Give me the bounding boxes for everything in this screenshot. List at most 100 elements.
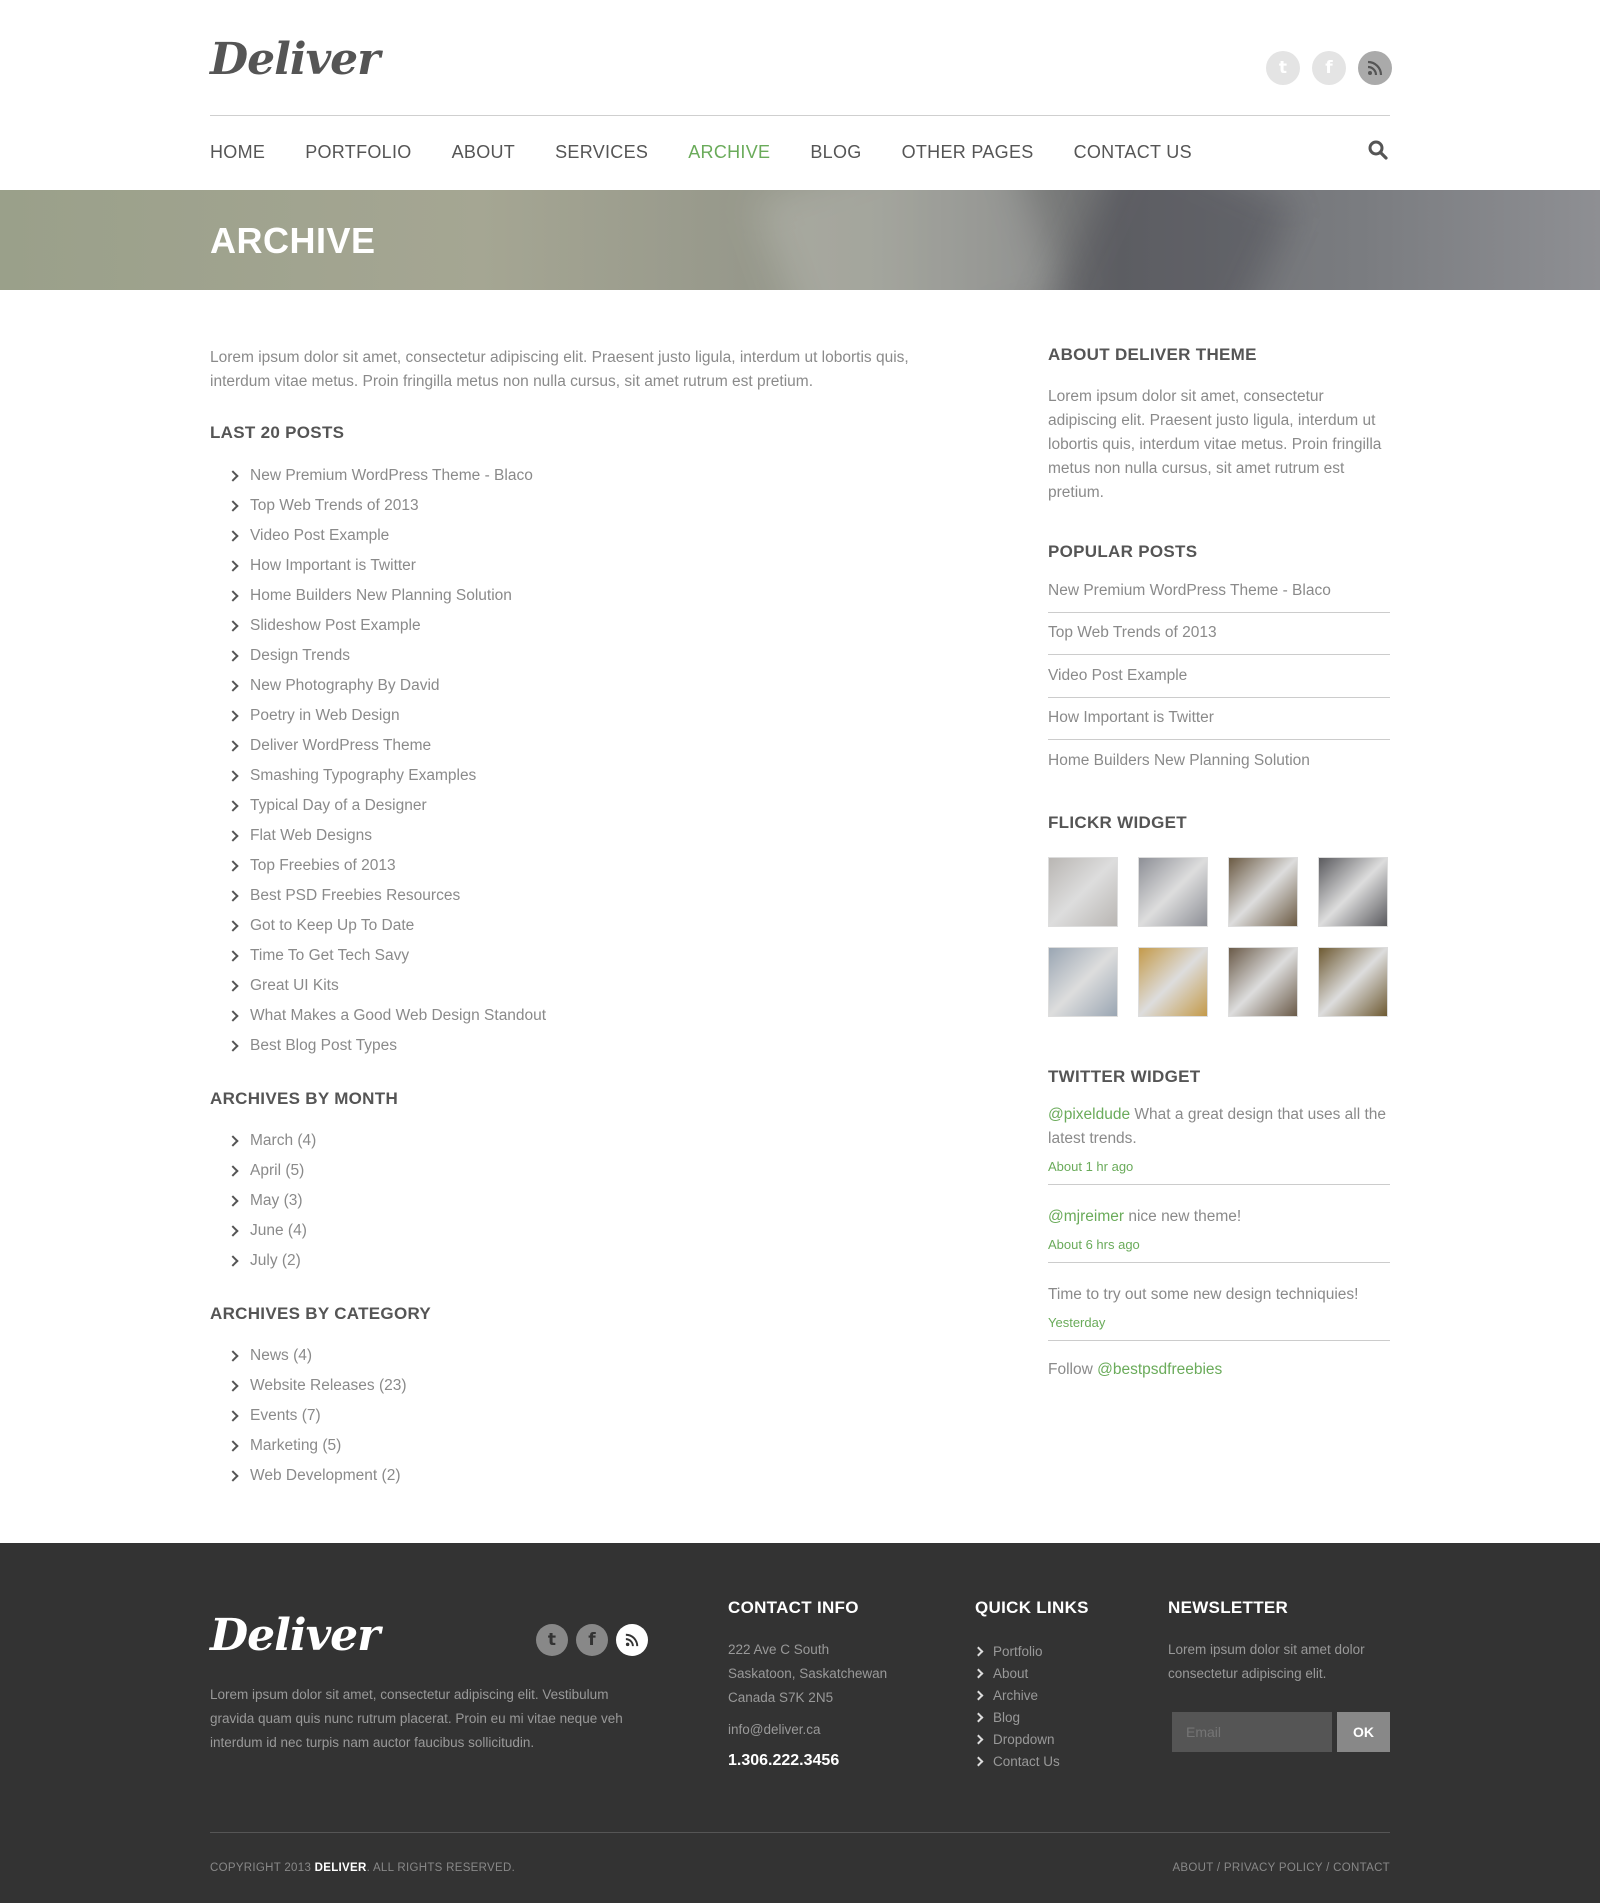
address-line-2: Saskatoon, Saskatchewan — [728, 1666, 888, 1681]
chevron-right-icon — [228, 770, 240, 782]
flickr-thumbnail[interactable] — [1228, 946, 1298, 1017]
nav-item-services[interactable]: SERVICES — [555, 142, 648, 163]
footer-logo[interactable]: Deliver — [210, 1610, 380, 1661]
facebook-icon[interactable]: f — [1312, 51, 1346, 85]
footer-bottom-link[interactable]: CONTACT — [1333, 1862, 1390, 1874]
post-link-item[interactable]: What Makes a Good Web Design Standout — [210, 1001, 546, 1031]
newsletter-email-input[interactable] — [1172, 1712, 1332, 1752]
popular-post-link[interactable]: Top Web Trends of 2013 — [1048, 613, 1390, 655]
flickr-thumbnail[interactable] — [1048, 946, 1118, 1017]
about-widget-title: ABOUT DELIVER THEME — [1048, 345, 1257, 364]
month-link-item[interactable]: June (4) — [210, 1216, 316, 1246]
twitter-icon[interactable]: t — [1266, 51, 1300, 85]
post-link-item[interactable]: New Premium WordPress Theme - Blaco — [210, 461, 546, 491]
post-link-label: Smashing Typography Examples — [250, 767, 477, 784]
facebook-icon[interactable]: f — [576, 1624, 608, 1656]
flickr-thumbnail[interactable] — [1048, 856, 1118, 927]
category-link-item[interactable]: Website Releases (23) — [210, 1371, 407, 1401]
flickr-thumbnail[interactable] — [1318, 946, 1388, 1017]
nav-item-archive[interactable]: ARCHIVE — [688, 142, 770, 163]
post-link-item[interactable]: How Important is Twitter — [210, 551, 546, 581]
category-link-item[interactable]: Marketing (5) — [210, 1431, 407, 1461]
rss-icon[interactable] — [616, 1624, 648, 1656]
nav-item-portfolio[interactable]: PORTFOLIO — [305, 142, 411, 163]
contact-info: 222 Ave C South Saskatoon, Saskatchewan … — [728, 1638, 887, 1770]
chevron-right-icon — [228, 1040, 240, 1052]
newsletter-submit-button[interactable]: OK — [1337, 1712, 1390, 1752]
post-link-item[interactable]: Home Builders New Planning Solution — [210, 581, 546, 611]
post-link-item[interactable]: Best PSD Freebies Resources — [210, 881, 546, 911]
post-link-item[interactable]: Deliver WordPress Theme — [210, 731, 546, 761]
nav-item-about[interactable]: ABOUT — [452, 142, 516, 163]
quick-link[interactable]: Dropdown — [975, 1728, 1060, 1750]
post-link-item[interactable]: Great UI Kits — [210, 971, 546, 1001]
site-logo[interactable]: Deliver — [210, 34, 380, 85]
nav-item-blog[interactable]: BLOG — [810, 142, 861, 163]
archives-by-category-list: News (4) Website Releases (23) Events (7) M… — [210, 1341, 407, 1491]
chevron-right-icon — [228, 1440, 240, 1452]
chevron-right-icon — [228, 1350, 240, 1362]
popular-post-link[interactable]: New Premium WordPress Theme - Blaco — [1048, 570, 1390, 613]
post-link-label: Great UI Kits — [250, 977, 339, 994]
tweet-time[interactable]: About 1 hr ago — [1048, 1159, 1390, 1174]
quick-link[interactable]: Archive — [975, 1684, 1060, 1706]
rss-icon[interactable] — [1358, 51, 1392, 85]
tweet-handle-link[interactable]: @pixeldude — [1048, 1106, 1130, 1123]
flickr-thumbnail[interactable] — [1318, 856, 1388, 927]
tweet-handle-link[interactable]: @mjreimer — [1048, 1208, 1124, 1225]
popular-post-link[interactable]: How Important is Twitter — [1048, 698, 1390, 740]
post-link-item[interactable]: Poetry in Web Design — [210, 701, 546, 731]
category-link-item[interactable]: Web Development (2) — [210, 1461, 407, 1491]
popular-posts-list: New Premium WordPress Theme - Blaco Top W… — [1048, 570, 1390, 783]
post-link-item[interactable]: Top Web Trends of 2013 — [210, 491, 546, 521]
post-link-item[interactable]: Flat Web Designs — [210, 821, 546, 851]
month-link-item[interactable]: March (4) — [210, 1126, 316, 1156]
flickr-thumbnail[interactable] — [1138, 856, 1208, 927]
post-link-item[interactable]: Typical Day of a Designer — [210, 791, 546, 821]
tweet-time[interactable]: About 6 hrs ago — [1048, 1237, 1390, 1252]
tweet-time[interactable]: Yesterday — [1048, 1315, 1390, 1330]
last-posts-list: New Premium WordPress Theme - Blaco Top W… — [210, 461, 546, 1061]
month-link-item[interactable]: July (2) — [210, 1246, 316, 1276]
nav-item-contact-us[interactable]: CONTACT US — [1074, 142, 1192, 163]
footer-bottom-link[interactable]: PRIVACY POLICY — [1224, 1862, 1323, 1874]
post-link-item[interactable]: Slideshow Post Example — [210, 611, 546, 641]
post-link-item[interactable]: Top Freebies of 2013 — [210, 851, 546, 881]
post-link-item[interactable]: Best Blog Post Types — [210, 1031, 546, 1061]
post-link-item[interactable]: Time To Get Tech Savy — [210, 941, 546, 971]
chevron-right-icon — [228, 1010, 240, 1022]
popular-post-link[interactable]: Video Post Example — [1048, 655, 1390, 698]
quick-link[interactable]: About — [975, 1662, 1060, 1684]
post-link-item[interactable]: New Photography By David — [210, 671, 546, 701]
footer-bottom-links: ABOUT / PRIVACY POLICY / CONTACT — [1172, 1862, 1390, 1874]
tweet-body: nice new theme! — [1124, 1207, 1242, 1225]
category-link-label: Web Development (2) — [250, 1467, 401, 1484]
footer-bottom-link[interactable]: ABOUT — [1172, 1862, 1213, 1874]
category-link-item[interactable]: News (4) — [210, 1341, 407, 1371]
post-link-item[interactable]: Design Trends — [210, 641, 546, 671]
post-link-item[interactable]: Got to Keep Up To Date — [210, 911, 546, 941]
flickr-thumbnail[interactable] — [1138, 946, 1208, 1017]
search-icon[interactable] — [1368, 140, 1388, 162]
post-link-item[interactable]: Smashing Typography Examples — [210, 761, 546, 791]
month-link-item[interactable]: April (5) — [210, 1156, 316, 1186]
twitter-icon[interactable]: t — [536, 1624, 568, 1656]
follow-handle-link[interactable]: @bestpsdfreebies — [1097, 1361, 1222, 1378]
category-link-item[interactable]: Events (7) — [210, 1401, 407, 1431]
post-link-item[interactable]: Video Post Example — [210, 521, 546, 551]
quick-link[interactable]: Blog — [975, 1706, 1060, 1728]
month-link-item[interactable]: May (3) — [210, 1186, 316, 1216]
chevron-right-icon — [228, 800, 240, 812]
quick-link[interactable]: Portfolio — [975, 1640, 1060, 1662]
nav-item-home[interactable]: HOME — [210, 142, 265, 163]
contact-email[interactable]: info@deliver.ca — [728, 1718, 887, 1742]
post-link-label: Got to Keep Up To Date — [250, 917, 415, 934]
flickr-thumbnail[interactable] — [1228, 856, 1298, 927]
popular-post-link[interactable]: Home Builders New Planning Solution — [1048, 740, 1390, 783]
copyright: COPYRIGHT 2013 DELIVER. ALL RIGHTS RESER… — [210, 1862, 515, 1874]
footer-social-icons: t f — [536, 1624, 648, 1656]
nav-item-other-pages[interactable]: OTHER PAGES — [902, 142, 1034, 163]
chevron-right-icon — [228, 470, 240, 482]
chevron-right-icon — [228, 1470, 240, 1482]
quick-link[interactable]: Contact Us — [975, 1750, 1060, 1772]
